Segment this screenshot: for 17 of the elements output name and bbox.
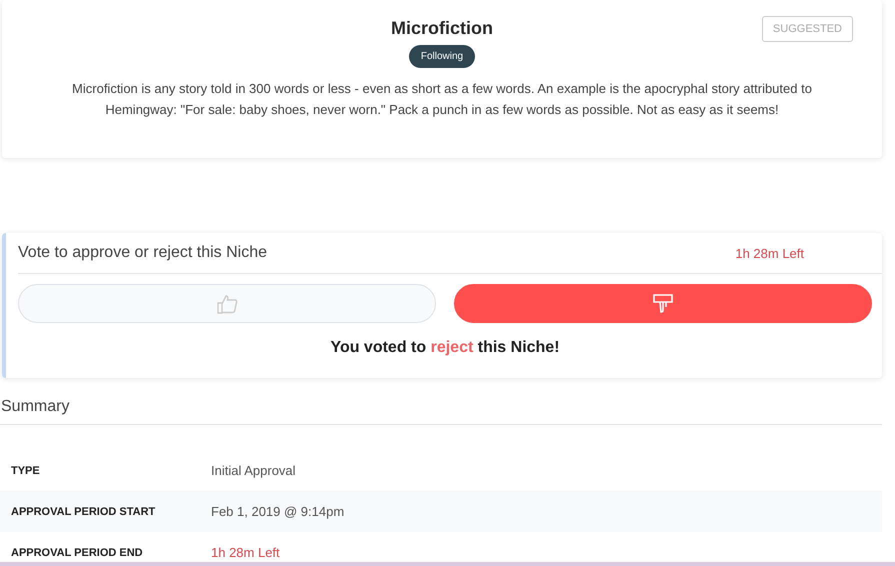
summary-value: Initial Approval [211,463,296,478]
niche-description: Microfiction is any story told in 300 words or less - even as short as a few words. An example is the apocryphal story attributed to Hemingway: "For sale: baby shoes, never worn." Pack a punch in as few words as possible. Not as easy as it seems! [71,80,813,119]
thumbs-down-icon [652,294,674,314]
status-badge: SUGGESTED [762,16,853,42]
vote-prompt: Vote to approve or reject this Niche [18,244,268,262]
thumbs-up-icon [216,294,238,314]
summary-label: TYPE [10,464,41,476]
summary-label: APPROVAL PERIOD END [10,546,144,558]
summary-value: 1h 28m Left [211,545,280,560]
niche-title: Microfiction [391,18,493,39]
time-left: 1h 28m Left [735,246,804,260]
summary-value: Feb 1, 2019 @ 9:14pm [211,504,344,519]
reject-button[interactable] [454,284,872,323]
following-button[interactable]: Following [408,45,476,68]
summary-label: APPROVAL PERIOD START [10,506,156,518]
vote-result: You voted to reject this Niche! [329,339,561,357]
summary-heading: Summary [0,398,882,425]
